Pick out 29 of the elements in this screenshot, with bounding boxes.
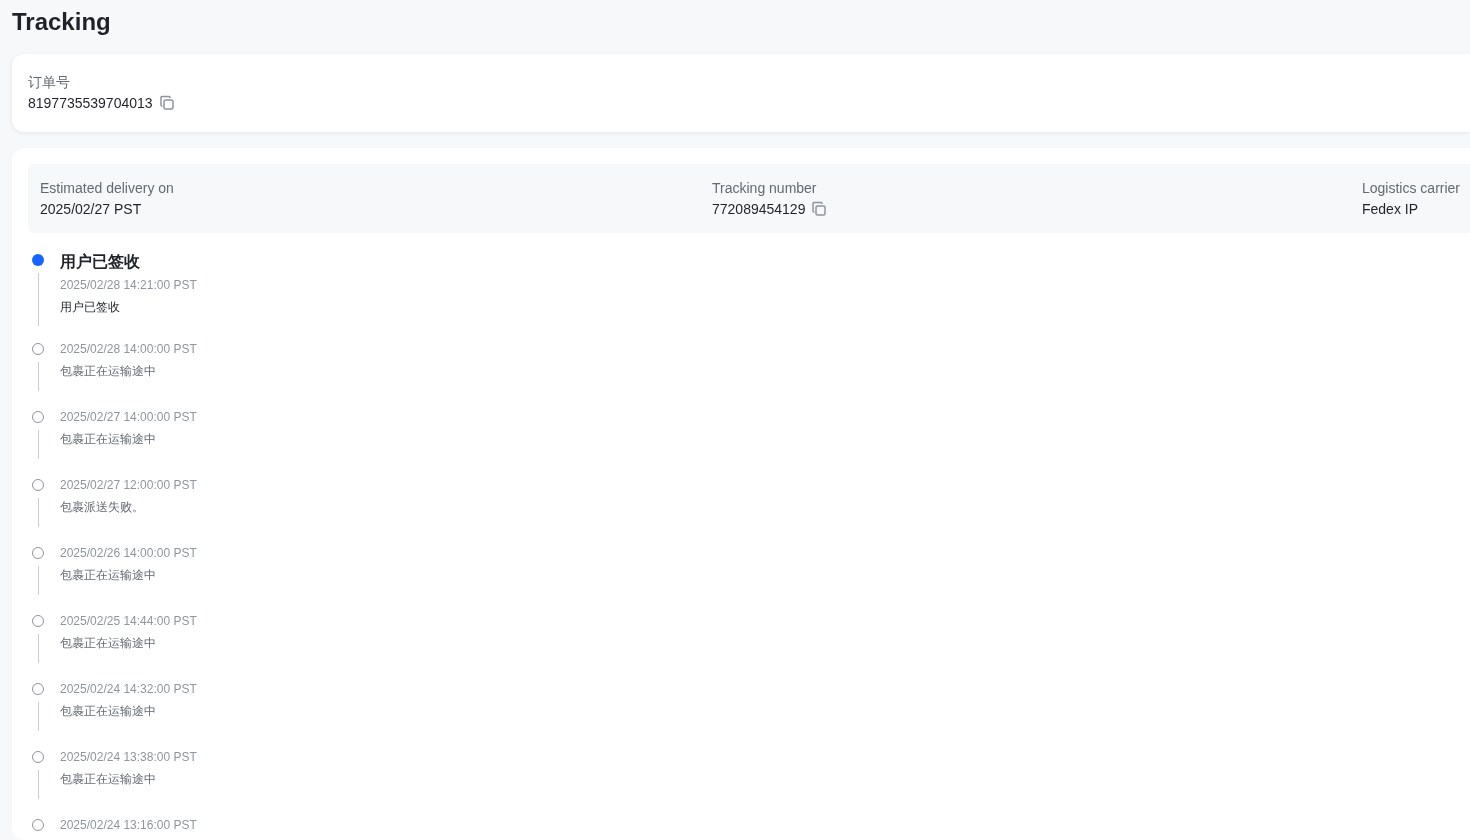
summary-label: Tracking number: [712, 179, 817, 198]
event-time: 2025/02/26 14:00:00 PST: [60, 545, 197, 561]
event-time: 2025/02/28 14:21:00 PST: [60, 277, 197, 293]
copy-icon[interactable]: [158, 95, 175, 111]
event-description: 包裹正在运输途中: [60, 431, 156, 447]
summary-value: Fedex IP: [1362, 200, 1419, 219]
event-description: 包裹正在运输途中: [60, 771, 156, 787]
event-description: 包裹正在运输途中: [60, 363, 156, 379]
copy-icon[interactable]: [811, 201, 828, 217]
event-time: 2025/02/28 14:00:00 PST: [60, 341, 197, 357]
summary-label: Estimated delivery on: [40, 179, 174, 198]
event-description: 用户已签收: [60, 299, 120, 315]
event-time: 2025/02/27 14:00:00 PST: [60, 409, 197, 425]
event-time: 2025/02/24 13:38:00 PST: [60, 749, 197, 765]
summary-value: 772089454129: [712, 200, 806, 219]
event-time: 2025/02/25 14:44:00 PST: [60, 613, 197, 629]
summary-value: 2025/02/27 PST: [40, 200, 142, 219]
event-status: 用户已签收: [60, 252, 140, 272]
order-label: 订单号: [28, 73, 70, 92]
summary-label: Logistics carrier: [1362, 179, 1461, 198]
page-title: Tracking: [12, 7, 111, 37]
event-time: 2025/02/24 14:32:00 PST: [60, 681, 197, 697]
event-description: 包裹正在运输途中: [60, 567, 156, 583]
event-description: 包裹正在运输途中: [60, 703, 156, 719]
event-time: 2025/02/27 12:00:00 PST: [60, 477, 197, 493]
event-description: 包裹正在运输途中: [60, 635, 156, 651]
order-number: 8197735539704013: [28, 94, 153, 113]
event-description: 包裹派送失败。: [60, 499, 144, 515]
event-time: 2025/02/24 13:16:00 PST: [60, 817, 197, 833]
